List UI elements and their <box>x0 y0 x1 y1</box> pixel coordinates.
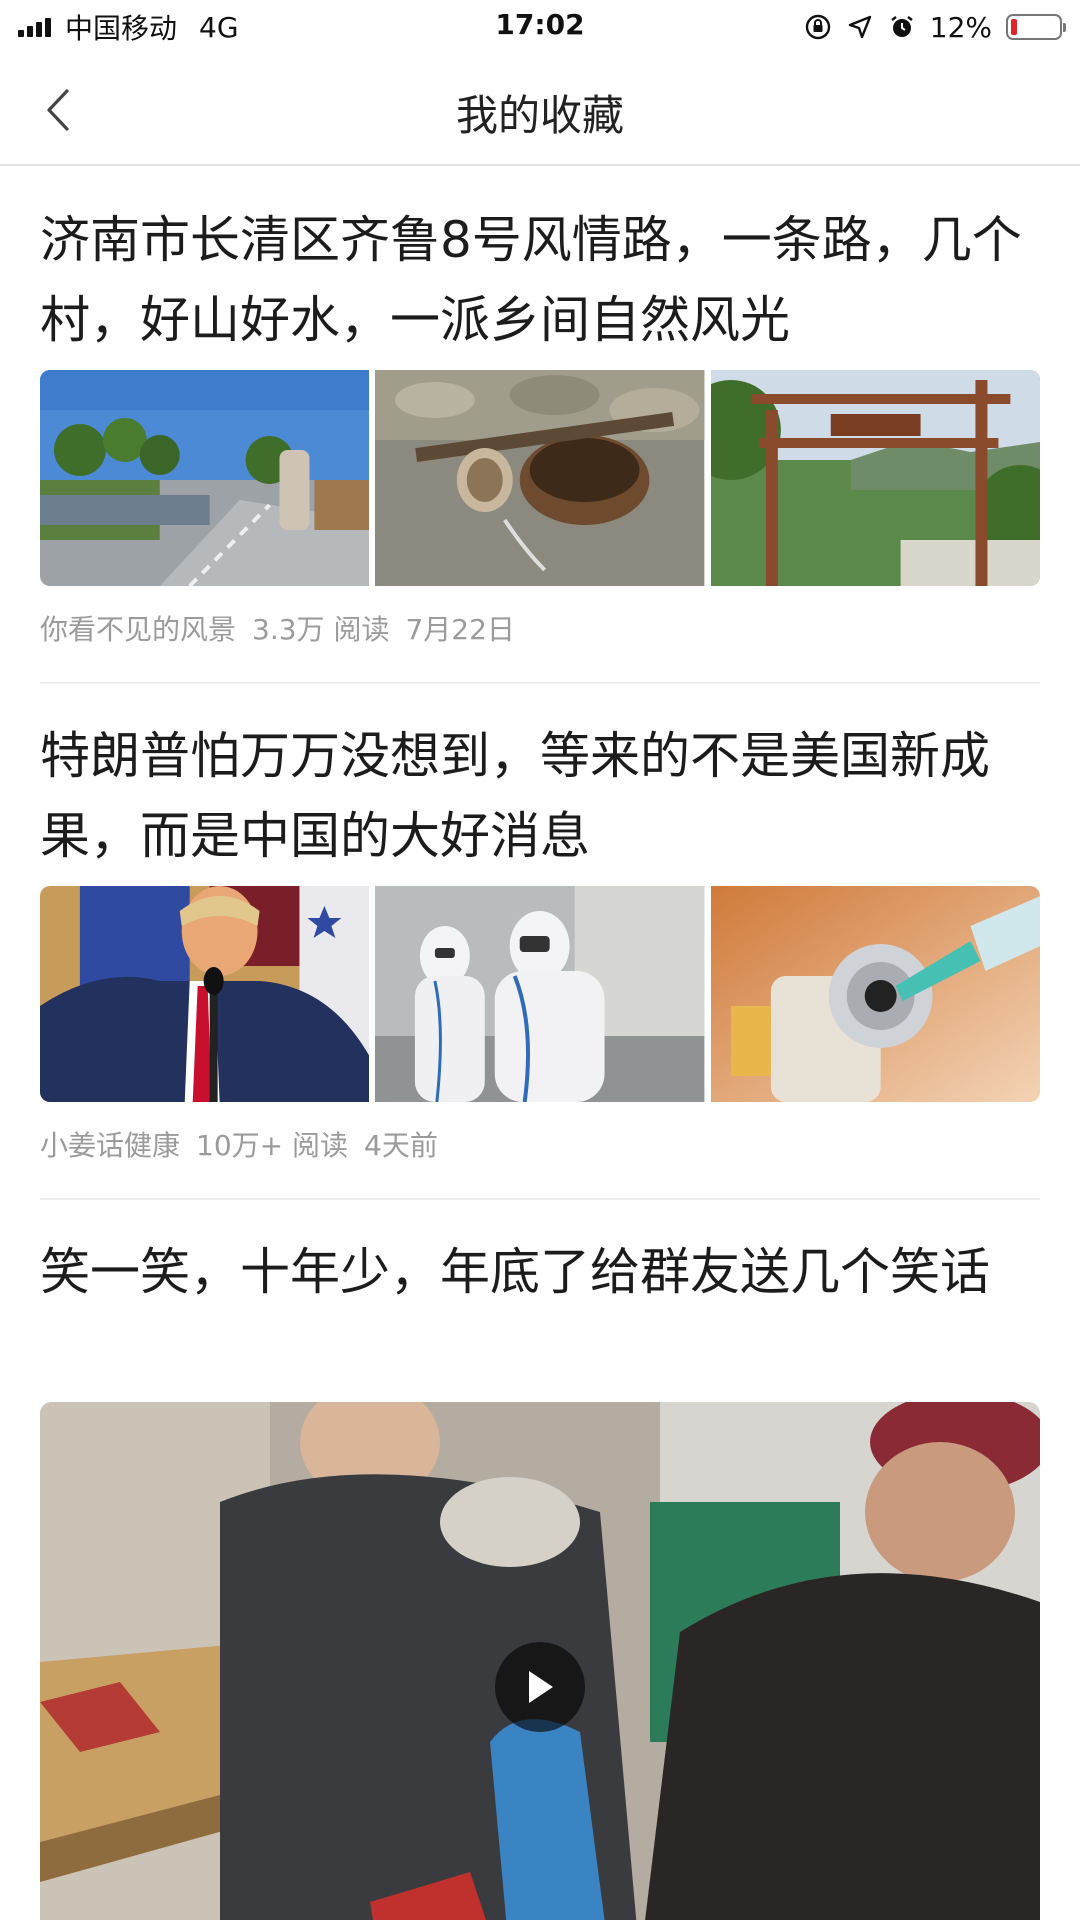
article-item[interactable]: 特朗普怕万万没想到，等来的不是美国新成果，而是中国的大好消息 小姜话健康 10万… <box>40 684 1040 1200</box>
article-reads: 10万+ 阅读 <box>196 1129 349 1162</box>
article-item[interactable]: 济南市长清区齐鲁8号风情路，一条路，几个村，好山好水，一派乡间自然风光 你看不见… <box>40 168 1040 684</box>
article-title[interactable]: 特朗普怕万万没想到，等来的不是美国新成果，而是中国的大好消息 <box>40 684 1040 886</box>
battery-icon <box>1006 14 1066 40</box>
favorites-feed[interactable]: 济南市长清区齐鲁8号风情路，一条路，几个村，好山好水，一派乡间自然风光 你看不见… <box>40 168 1040 1920</box>
orientation-lock-icon <box>805 14 830 40</box>
status-right: 12% <box>804 10 1066 44</box>
article-title[interactable]: 笑一笑，十年少，年底了给群友送几个笑话 <box>40 1200 1040 1402</box>
thumbnail-speaker-podium[interactable] <box>40 886 370 1102</box>
article-date: 7月22日 <box>405 613 515 646</box>
article-reads: 3.3万 阅读 <box>252 613 390 646</box>
article-thumbnails[interactable] <box>40 886 1040 1102</box>
article-meta: 小姜话健康 10万+ 阅读 4天前 <box>40 1102 1040 1198</box>
thumbnail-old-well[interactable] <box>375 370 705 586</box>
nav-bar: 我的收藏 <box>0 54 1080 166</box>
play-button[interactable] <box>495 1642 585 1732</box>
battery-level <box>1011 19 1017 35</box>
article-meta: 你看不见的风景 3.3万 阅读 7月22日 <box>40 586 1040 682</box>
play-icon <box>529 1671 553 1703</box>
article-source[interactable]: 小姜话健康 <box>40 1129 180 1162</box>
battery-percent: 12% <box>929 10 992 44</box>
thumbnail-road-village[interactable] <box>40 370 370 586</box>
thumbnail-village-gate[interactable] <box>710 370 1040 586</box>
location-icon <box>848 15 871 39</box>
status-bar: 中国移动 4G 17:02 12% <box>0 0 1080 54</box>
thumbnail-vaccine-syringe[interactable] <box>710 886 1040 1102</box>
video-thumbnail[interactable] <box>40 1402 1040 1920</box>
article-date: 4天前 <box>364 1129 438 1162</box>
article-title[interactable]: 济南市长清区齐鲁8号风情路，一条路，几个村，好山好水，一派乡间自然风光 <box>40 168 1040 370</box>
thumbnail-lab-workers[interactable] <box>375 886 705 1102</box>
article-item[interactable]: 笑一笑，十年少，年底了给群友送几个笑话 <box>40 1200 1040 1920</box>
alarm-icon <box>891 16 913 37</box>
page-title: 我的收藏 <box>455 91 624 140</box>
article-thumbnails[interactable] <box>40 370 1040 586</box>
article-source[interactable]: 你看不见的风景 <box>40 613 236 646</box>
